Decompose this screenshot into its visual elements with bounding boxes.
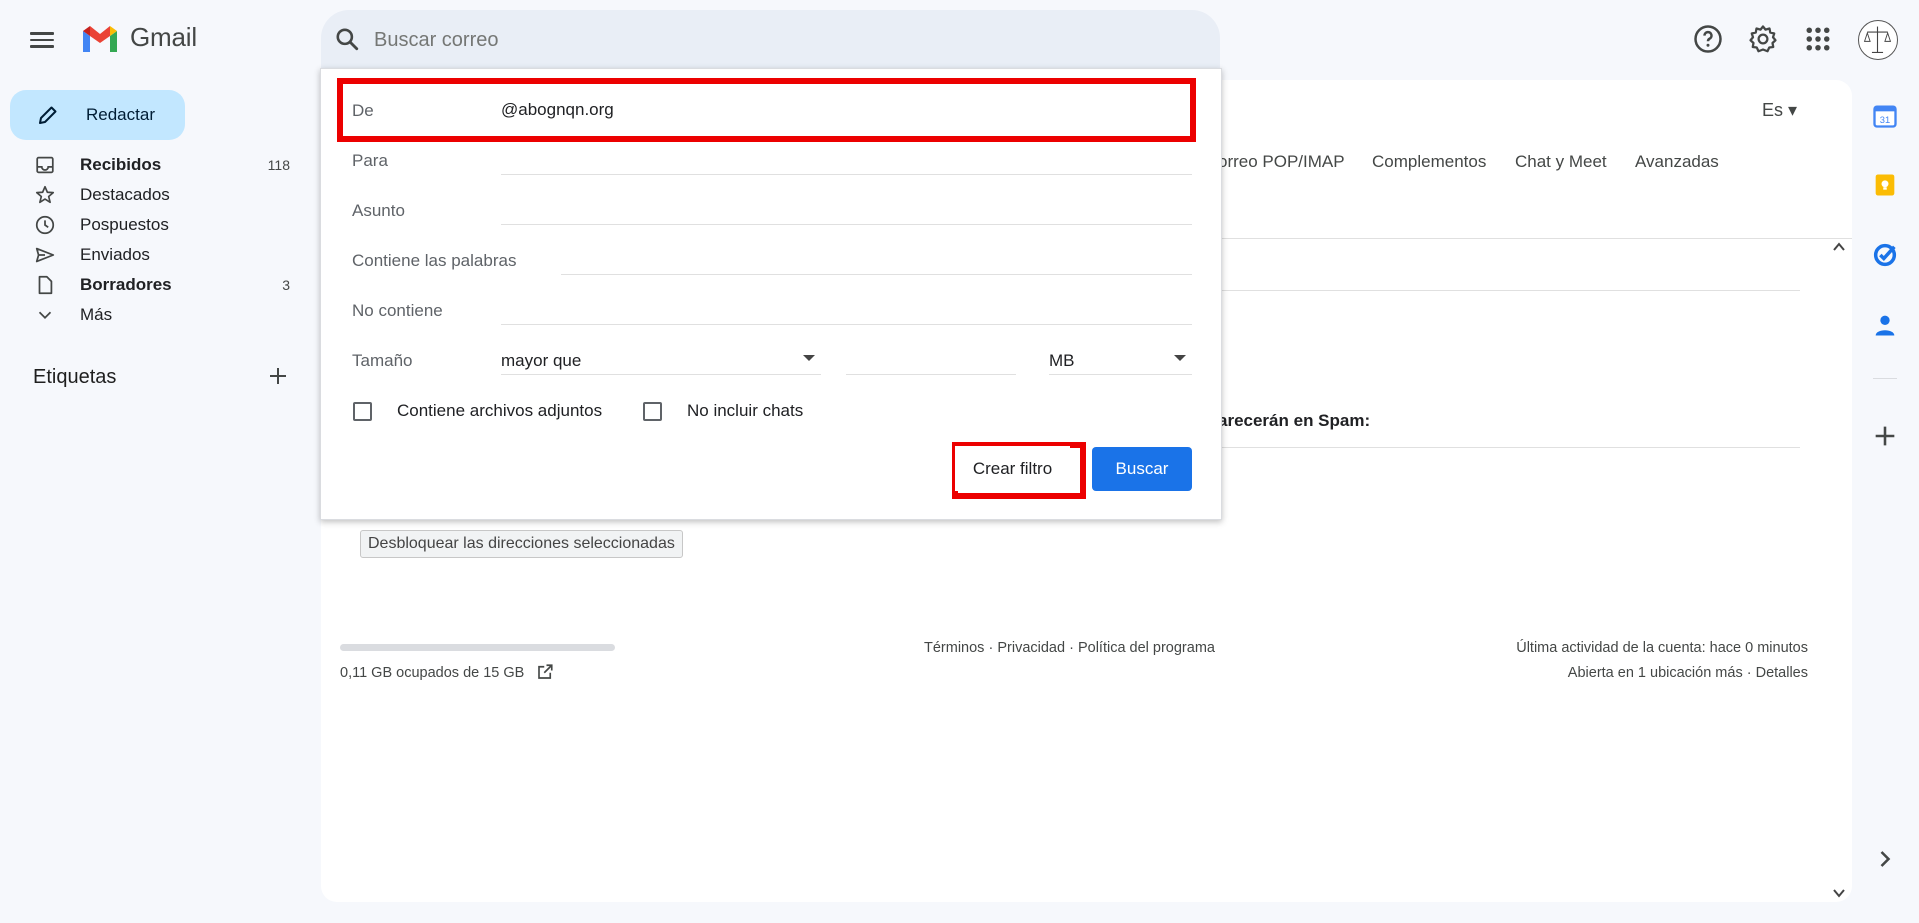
to-input[interactable]: [501, 143, 1192, 175]
footer-separator: ·: [988, 640, 994, 656]
storage-text: 0,11 GB ocupados de 15 GB: [340, 665, 525, 681]
tab-advanced[interactable]: Avanzadas: [1635, 152, 1719, 172]
unblock-addresses-button[interactable]: Desbloquear las direcciones seleccionada…: [360, 530, 683, 558]
tasks-icon[interactable]: [1871, 241, 1899, 269]
apps-grid-icon[interactable]: [1803, 24, 1833, 54]
nav-label-snoozed: Pospuestos: [80, 215, 169, 234]
search-input[interactable]: [374, 26, 974, 54]
size-value-input[interactable]: [846, 343, 1016, 375]
has-attachment-checkbox[interactable]: [353, 402, 372, 421]
clock-icon: [35, 215, 55, 235]
has-attachment-label: Contiene archivos adjuntos: [397, 401, 603, 420]
tab-chat-meet[interactable]: Chat y Meet: [1515, 152, 1607, 172]
scroll-up-icon[interactable]: [1832, 240, 1846, 254]
dropdown-caret-icon: [803, 355, 815, 361]
inbox-count: 118: [267, 157, 290, 173]
pencil-icon: [39, 106, 57, 124]
search-icon[interactable]: [334, 26, 360, 52]
search-filter-dialog: De Para Asunto Contiene las palabras No …: [320, 68, 1222, 520]
privacy-link[interactable]: Privacidad: [997, 640, 1065, 656]
scroll-down-icon[interactable]: [1832, 886, 1846, 900]
contacts-icon[interactable]: [1871, 311, 1899, 339]
nav-label-inbox: Recibidos: [80, 155, 162, 174]
last-activity-text: Última actividad de la cuenta: hace 0 mi…: [1516, 640, 1808, 656]
size-label: Tamaño: [352, 351, 413, 370]
inbox-icon: [36, 156, 54, 174]
spam-section-text: arecerán en Spam:: [1218, 411, 1371, 430]
nav-label-sent: Enviados: [80, 245, 150, 264]
size-operator-value: mayor que: [501, 351, 582, 370]
size-operator-select[interactable]: mayor que: [501, 343, 821, 375]
create-filter-button[interactable]: Crear filtro: [955, 446, 1070, 491]
nav-item-inbox[interactable]: Recibidos 118: [0, 150, 300, 180]
footer-links: Términos · Privacidad · Política del pro…: [924, 640, 1215, 656]
drafts-count: 3: [282, 277, 290, 293]
send-icon: [35, 247, 55, 263]
star-icon: [35, 185, 55, 204]
nav-item-sent[interactable]: Enviados: [0, 240, 300, 270]
keep-icon[interactable]: [1871, 171, 1899, 199]
size-unit-select[interactable]: MB: [1049, 343, 1192, 375]
dropdown-caret-icon: [1174, 355, 1186, 361]
account-avatar[interactable]: [1858, 20, 1898, 60]
gmail-m-icon: [83, 25, 117, 52]
nav-label-more: Más: [80, 305, 113, 324]
settings-gear-icon[interactable]: [1748, 24, 1778, 54]
app-name: Gmail: [130, 22, 197, 52]
does-not-have-label: No contiene: [352, 301, 443, 320]
add-addon-icon[interactable]: [1871, 422, 1899, 450]
to-label: Para: [352, 151, 388, 170]
scales-of-justice-icon: [1863, 26, 1892, 54]
svg-text:31: 31: [1880, 115, 1890, 125]
add-label-icon[interactable]: [266, 364, 290, 388]
nav-item-more[interactable]: Más: [0, 300, 300, 330]
terms-link[interactable]: Términos: [924, 640, 984, 656]
from-input[interactable]: [501, 94, 1101, 126]
nav-item-starred[interactable]: Destacados: [0, 180, 300, 210]
expand-panel-chevron-icon[interactable]: [1871, 845, 1899, 873]
open-external-icon[interactable]: [536, 663, 554, 681]
content-divider: [1222, 290, 1800, 291]
gmail-logo[interactable]: Gmail: [80, 22, 197, 53]
draft-file-icon: [38, 275, 53, 295]
compose-button[interactable]: Redactar: [10, 90, 185, 140]
compose-label: Redactar: [86, 105, 155, 124]
language-selector[interactable]: Es ▾: [1762, 100, 1797, 121]
nav-label-starred: Destacados: [80, 185, 170, 204]
nav-item-drafts[interactable]: Borradores 3: [0, 270, 300, 300]
labels-header: Etiquetas: [33, 366, 117, 388]
from-label: De: [352, 101, 374, 120]
side-panel-divider: [1873, 378, 1897, 379]
no-chats-label: No incluir chats: [687, 401, 804, 420]
has-words-input[interactable]: [561, 243, 1192, 275]
calendar-icon[interactable]: 31: [1871, 102, 1899, 130]
chevron-down-icon: [38, 311, 52, 319]
no-chats-checkbox[interactable]: [643, 402, 662, 421]
subject-input[interactable]: [501, 193, 1192, 225]
nav-item-snoozed[interactable]: Pospuestos: [0, 210, 300, 240]
has-words-label: Contiene las palabras: [352, 251, 517, 270]
details-link[interactable]: Detalles: [1756, 665, 1808, 681]
nav-label-drafts: Borradores: [80, 275, 172, 294]
size-unit-value: MB: [1049, 351, 1075, 370]
subject-label: Asunto: [352, 201, 405, 220]
open-locations-text: Abierta en 1 ubicación más · Detalles: [1567, 665, 1808, 681]
storage-bar: [340, 644, 615, 651]
does-not-have-input[interactable]: [501, 293, 1192, 325]
main-menu-button[interactable]: [30, 28, 58, 52]
spam-divider: [1222, 447, 1800, 448]
tab-addons[interactable]: Complementos: [1372, 152, 1486, 172]
footer-separator: ·: [1069, 640, 1074, 656]
program-policy-link[interactable]: Política del programa: [1078, 640, 1215, 656]
help-icon[interactable]: [1693, 24, 1723, 54]
search-button[interactable]: Buscar: [1092, 447, 1192, 491]
tab-pop-imap[interactable]: orreo POP/IMAP: [1218, 152, 1345, 172]
